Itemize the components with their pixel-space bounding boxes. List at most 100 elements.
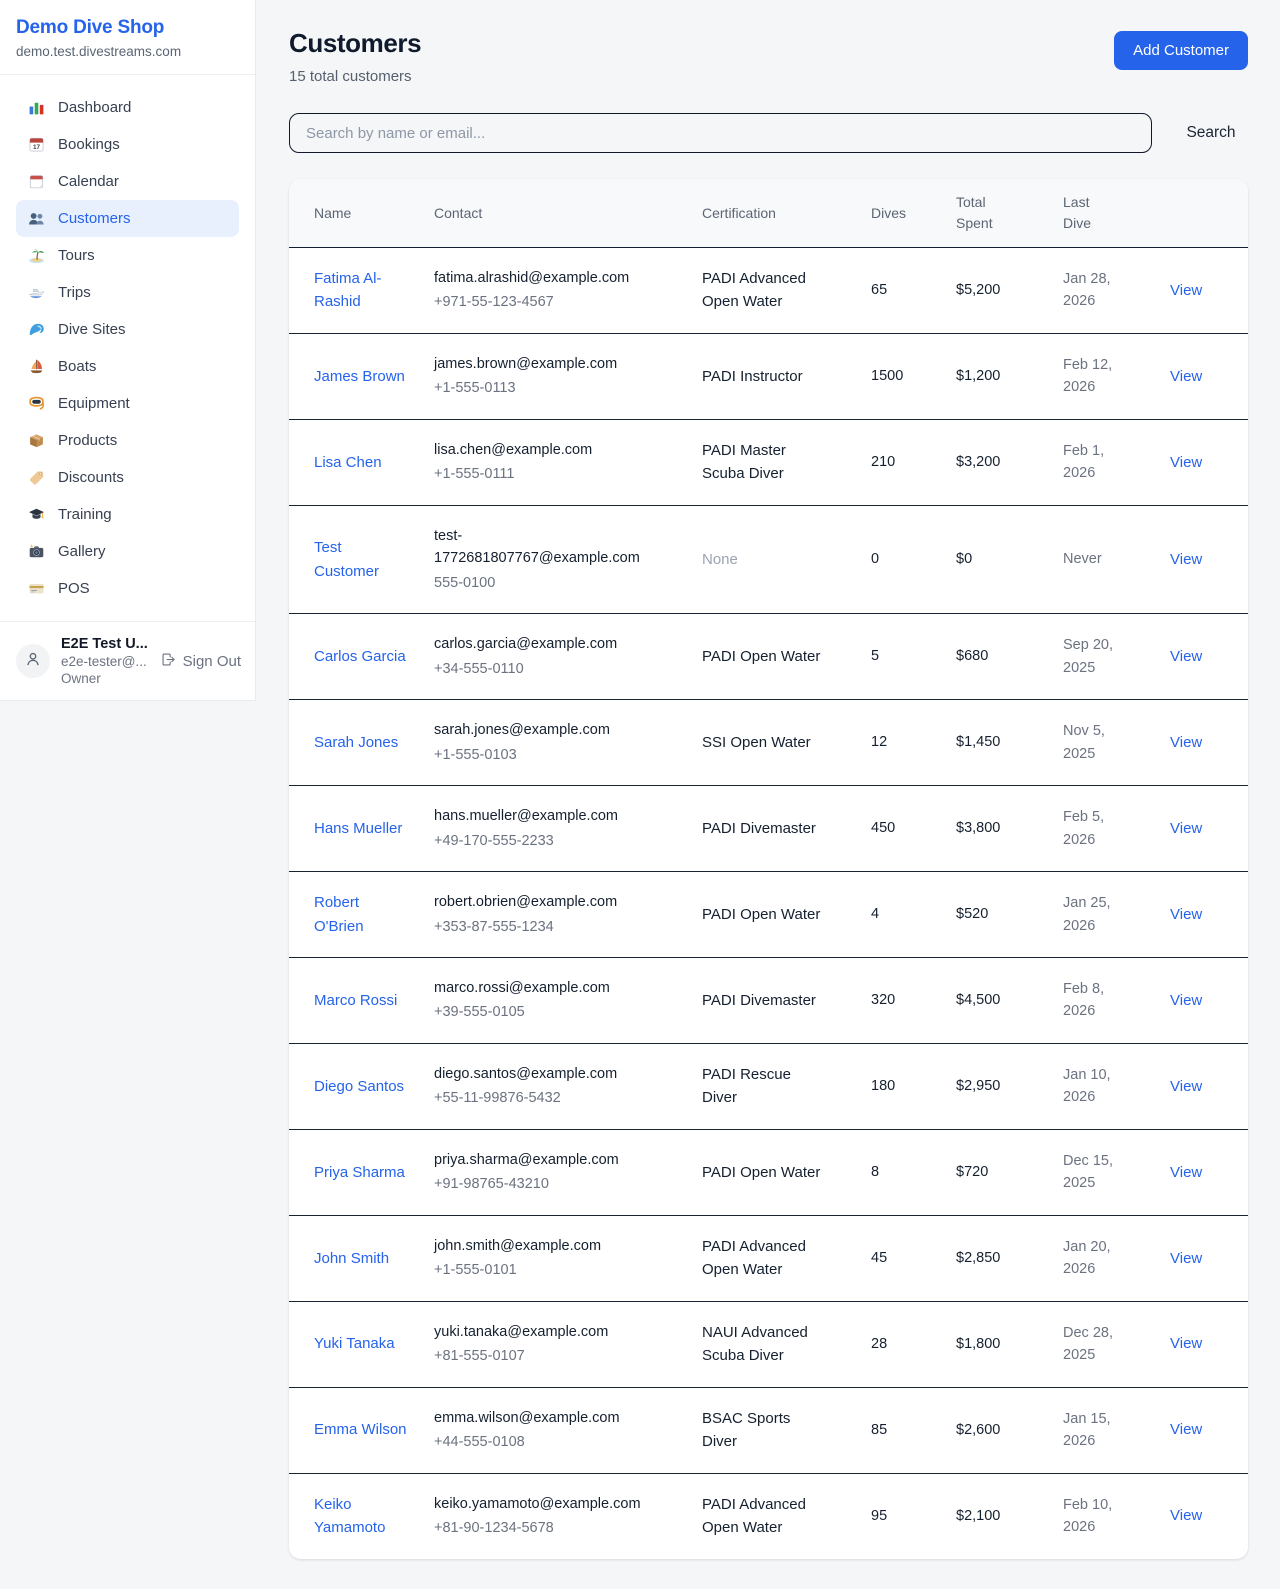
customer-last-dive: Jan 10, 2026 xyxy=(1063,1043,1170,1129)
sidebar-item-bookings[interactable]: 17 Bookings xyxy=(16,126,239,163)
view-link[interactable]: View xyxy=(1170,454,1202,471)
view-link[interactable]: View xyxy=(1170,1078,1202,1095)
customer-email: hans.mueller@example.com xyxy=(434,805,650,827)
customer-total-spent: $2,850 xyxy=(956,1215,1063,1301)
sidebar-nav: Dashboard 17 Bookings Calendar Customers… xyxy=(0,75,255,621)
customer-phone: +91-98765-43210 xyxy=(434,1173,650,1195)
view-link[interactable]: View xyxy=(1170,648,1202,665)
sidebar-item-training[interactable]: Training xyxy=(16,496,239,533)
sidebar-item-dive-sites[interactable]: Dive Sites xyxy=(16,311,239,348)
table-row: Diego Santos diego.santos@example.com +5… xyxy=(289,1043,1248,1129)
view-link[interactable]: View xyxy=(1170,1164,1202,1181)
view-link[interactable]: View xyxy=(1170,906,1202,923)
customer-certification: None xyxy=(702,505,871,613)
view-link[interactable]: View xyxy=(1170,1250,1202,1267)
customer-total-spent: $2,100 xyxy=(956,1473,1063,1558)
view-link[interactable]: View xyxy=(1170,820,1202,837)
customer-last-dive: Dec 15, 2025 xyxy=(1063,1129,1170,1215)
customer-certification: PADI Divemaster xyxy=(702,957,871,1043)
page-title: Customers xyxy=(289,28,421,59)
diving-mask-icon xyxy=(28,395,45,412)
sidebar-item-products[interactable]: Products xyxy=(16,422,239,459)
calendar-icon xyxy=(28,173,45,190)
sidebar-item-gallery[interactable]: Gallery xyxy=(16,533,239,570)
sidebar-item-customers[interactable]: Customers xyxy=(16,200,239,237)
customer-name-link[interactable]: Carlos Garcia xyxy=(314,648,406,665)
sign-out-button[interactable]: Sign Out xyxy=(161,652,241,671)
customer-name-link[interactable]: Marco Rossi xyxy=(314,992,397,1009)
sidebar-item-trips[interactable]: Trips xyxy=(16,274,239,311)
view-link[interactable]: View xyxy=(1170,734,1202,751)
customer-name-link[interactable]: Fatima Al-Rashid xyxy=(314,270,382,310)
shop-name: Demo Dive Shop xyxy=(16,17,239,39)
page-header: Customers 15 total customers Add Custome… xyxy=(289,28,1248,85)
sidebar-item-tours[interactable]: Tours xyxy=(16,237,239,274)
view-link[interactable]: View xyxy=(1170,1507,1202,1524)
table-row: Fatima Al-Rashid fatima.alrashid@example… xyxy=(289,248,1248,334)
sidebar-item-calendar[interactable]: Calendar xyxy=(16,163,239,200)
sidebar-item-discounts[interactable]: Discounts xyxy=(16,459,239,496)
sidebar-item-boats[interactable]: Boats xyxy=(16,348,239,385)
customer-last-dive: Jan 20, 2026 xyxy=(1063,1215,1170,1301)
table-row: John Smith john.smith@example.com +1-555… xyxy=(289,1215,1248,1301)
customer-phone: +55-11-99876-5432 xyxy=(434,1087,650,1109)
customer-email: lisa.chen@example.com xyxy=(434,439,650,461)
customer-email: robert.obrien@example.com xyxy=(434,891,650,913)
customer-phone: +39-555-0105 xyxy=(434,1001,650,1023)
camera-icon xyxy=(28,543,45,560)
customer-certification: PADI Master Scuba Diver xyxy=(702,419,871,505)
view-link[interactable]: View xyxy=(1170,551,1202,568)
customer-dives: 180 xyxy=(871,1043,956,1129)
table-row: Emma Wilson emma.wilson@example.com +44-… xyxy=(289,1387,1248,1473)
customer-phone: +1-555-0111 xyxy=(434,463,650,485)
sidebar-item-equipment[interactable]: Equipment xyxy=(16,385,239,422)
customer-email: carlos.garcia@example.com xyxy=(434,633,650,655)
credit-card-icon xyxy=(28,580,45,597)
view-link[interactable]: View xyxy=(1170,368,1202,385)
customer-certification: NAUI Advanced Scuba Diver xyxy=(702,1301,871,1387)
column-header-dives: Dives xyxy=(871,179,956,248)
customer-name-link[interactable]: Yuki Tanaka xyxy=(314,1335,395,1352)
customer-name-link[interactable]: John Smith xyxy=(314,1250,389,1267)
view-link[interactable]: View xyxy=(1170,992,1202,1009)
customer-name-link[interactable]: James Brown xyxy=(314,368,405,385)
view-link[interactable]: View xyxy=(1170,282,1202,299)
search-button[interactable]: Search xyxy=(1174,116,1248,150)
customer-phone: +1-555-0101 xyxy=(434,1259,650,1281)
customer-name-link[interactable]: Emma Wilson xyxy=(314,1421,407,1438)
customer-name-link[interactable]: Keiko Yamamoto xyxy=(314,1496,385,1536)
customer-dives: 95 xyxy=(871,1473,956,1558)
table-body: Fatima Al-Rashid fatima.alrashid@example… xyxy=(289,248,1248,1559)
customer-certification: PADI Advanced Open Water xyxy=(702,1473,871,1558)
customer-dives: 65 xyxy=(871,248,956,334)
customer-certification: PADI Divemaster xyxy=(702,786,871,872)
customer-name-link[interactable]: Lisa Chen xyxy=(314,454,382,471)
view-link[interactable]: View xyxy=(1170,1335,1202,1352)
customer-name-link[interactable]: Hans Mueller xyxy=(314,820,402,837)
sidebar-item-pos[interactable]: POS xyxy=(16,570,239,607)
customer-total-spent: $1,800 xyxy=(956,1301,1063,1387)
customer-phone: +49-170-555-2233 xyxy=(434,830,650,852)
user-email: e2e-tester@... xyxy=(61,654,150,669)
customer-last-dive: Sep 20, 2025 xyxy=(1063,614,1170,700)
customer-name-link[interactable]: Robert O'Brien xyxy=(314,894,364,934)
user-name: E2E Test U... xyxy=(61,636,150,652)
customer-email: marco.rossi@example.com xyxy=(434,977,650,999)
table-row: Carlos Garcia carlos.garcia@example.com … xyxy=(289,614,1248,700)
search-input[interactable] xyxy=(289,113,1152,153)
customer-email: james.brown@example.com xyxy=(434,353,650,375)
customer-name-link[interactable]: Priya Sharma xyxy=(314,1164,405,1181)
customer-name-link[interactable]: Sarah Jones xyxy=(314,734,398,751)
customer-phone: +971-55-123-4567 xyxy=(434,291,650,313)
table-row: Hans Mueller hans.mueller@example.com +4… xyxy=(289,786,1248,872)
customer-name-link[interactable]: Test Customer xyxy=(314,539,379,579)
table-row: Marco Rossi marco.rossi@example.com +39-… xyxy=(289,957,1248,1043)
view-link[interactable]: View xyxy=(1170,1421,1202,1438)
customer-total-spent: $1,200 xyxy=(956,333,1063,419)
customer-certification: PADI Advanced Open Water xyxy=(702,1215,871,1301)
user-role: Owner xyxy=(61,671,150,686)
customer-name-link[interactable]: Diego Santos xyxy=(314,1078,404,1095)
table-header-row: NameContactCertificationDivesTotal Spent… xyxy=(289,179,1248,248)
sidebar-item-dashboard[interactable]: Dashboard xyxy=(16,89,239,126)
add-customer-button[interactable]: Add Customer xyxy=(1114,31,1248,70)
